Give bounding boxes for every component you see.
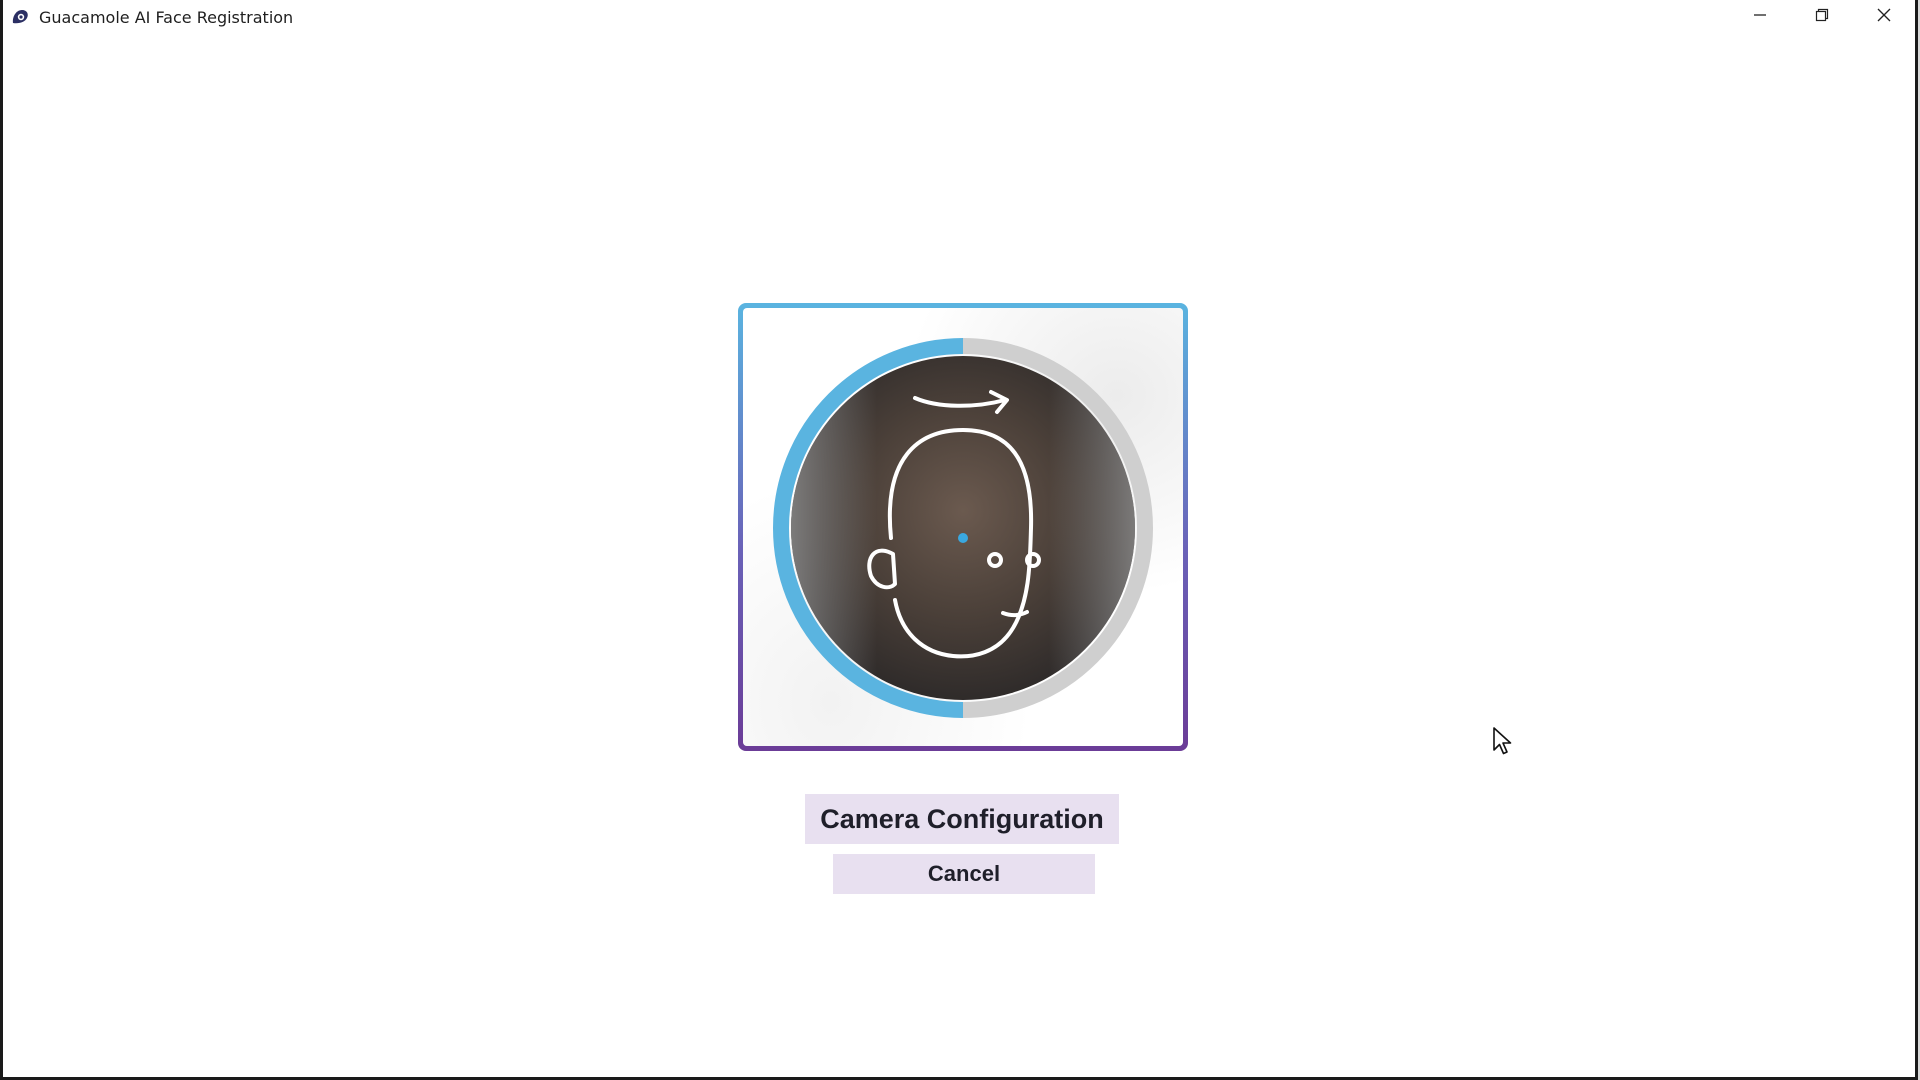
camera-configuration-button[interactable]: Camera Configuration: [805, 794, 1119, 844]
title-bar[interactable]: Guacamole AI Face Registration: [3, 0, 1915, 34]
face-scan-graphic: [773, 338, 1153, 718]
restore-icon: [1815, 8, 1829, 22]
camera-preview: [743, 308, 1183, 746]
minimize-button[interactable]: [1729, 0, 1791, 30]
cancel-button[interactable]: Cancel: [833, 854, 1095, 894]
minimize-icon: [1754, 14, 1766, 16]
app-window: Guacamole AI Face Registration Camera Co…: [0, 0, 1920, 1080]
restore-button[interactable]: [1791, 0, 1853, 30]
face-center-dot: [958, 533, 968, 543]
close-icon: [1877, 8, 1891, 22]
main-content: Camera Configuration Cancel: [3, 34, 1915, 1077]
window-title: Guacamole AI Face Registration: [39, 7, 294, 27]
guacamole-app-icon: [9, 6, 31, 28]
camera-preview-frame: [738, 303, 1188, 751]
mouse-cursor-icon: [1493, 727, 1512, 755]
window-controls: [1729, 0, 1915, 30]
close-button[interactable]: [1853, 0, 1915, 30]
